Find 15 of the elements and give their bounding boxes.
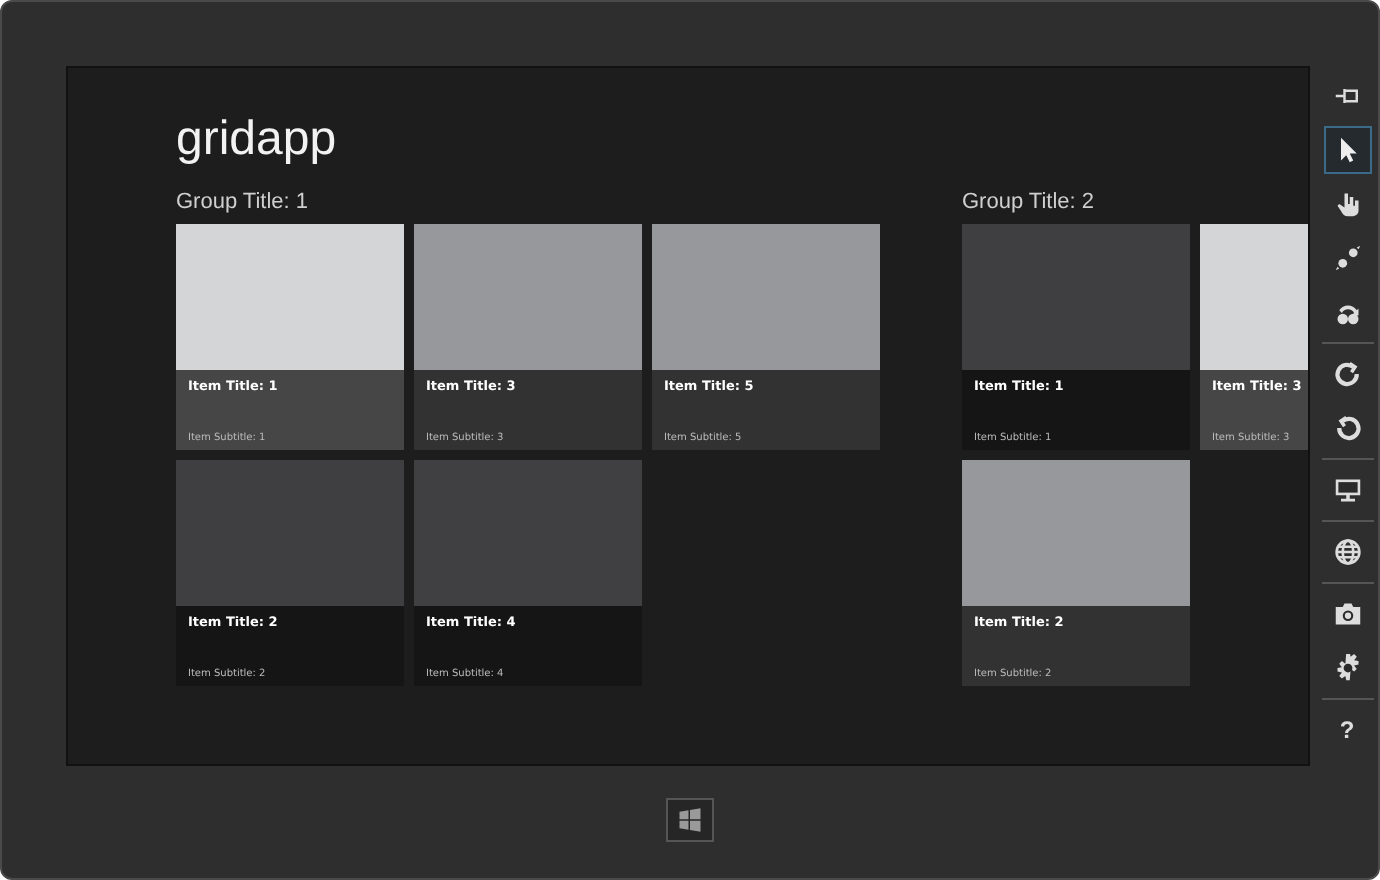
rotate-counterclockwise-icon <box>1333 414 1361 442</box>
group-title[interactable]: Group Title: 1 <box>176 188 880 224</box>
settings-icon <box>1333 654 1361 682</box>
tool-button[interactable] <box>1323 126 1371 174</box>
hand-icon <box>1333 190 1361 218</box>
camera-icon <box>1333 600 1361 628</box>
rotate-clockwise-icon <box>1333 360 1361 388</box>
windows-button[interactable] <box>666 798 714 842</box>
windows-logo-icon <box>678 808 702 832</box>
globe-icon <box>1333 538 1361 566</box>
app-title: gridapp <box>176 112 339 170</box>
monitor-icon <box>1333 476 1361 504</box>
help-button[interactable]: ? <box>1323 706 1371 754</box>
group-title[interactable]: Group Title: 2 <box>962 188 1308 224</box>
pinch-icon <box>1333 244 1361 272</box>
